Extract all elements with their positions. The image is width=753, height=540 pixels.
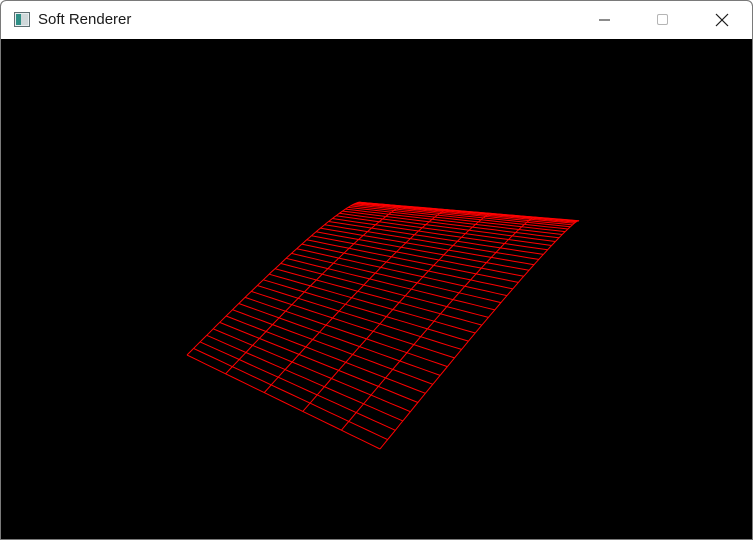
mesh-line-cross bbox=[285, 257, 495, 311]
minimize-icon bbox=[599, 14, 611, 26]
title-bar[interactable]: Soft Renderer bbox=[1, 1, 752, 39]
mesh-line-cross bbox=[352, 204, 571, 228]
mesh-line-cross bbox=[193, 347, 388, 441]
mesh-line-longitudinal bbox=[263, 209, 449, 393]
mesh-line-cross bbox=[225, 315, 426, 394]
mesh-line-cross bbox=[274, 268, 483, 326]
close-button[interactable] bbox=[693, 1, 751, 39]
mesh-line-cross bbox=[296, 248, 508, 297]
mesh-line-longitudinal bbox=[186, 201, 362, 356]
mesh-line-longitudinal bbox=[302, 212, 493, 412]
maximize-icon bbox=[657, 14, 669, 26]
mesh-line-cross bbox=[263, 279, 469, 342]
window-title: Soft Renderer bbox=[38, 11, 132, 28]
mesh-line-cross bbox=[213, 328, 411, 413]
app-window: Soft Renderer bbox=[0, 0, 753, 540]
mesh-line-cross bbox=[219, 321, 419, 403]
mesh-line-cross bbox=[269, 273, 476, 334]
mesh-line-cross bbox=[280, 262, 489, 318]
mesh-line-cross bbox=[291, 252, 502, 304]
maximize-button[interactable] bbox=[634, 1, 692, 39]
minimize-button[interactable] bbox=[576, 1, 634, 39]
wireframe-surface bbox=[186, 201, 580, 450]
render-viewport[interactable] bbox=[1, 39, 752, 539]
mesh-line-cross bbox=[301, 243, 513, 290]
close-icon bbox=[715, 13, 729, 27]
window-app-icon bbox=[14, 12, 30, 27]
mesh-line-cross bbox=[232, 309, 433, 385]
